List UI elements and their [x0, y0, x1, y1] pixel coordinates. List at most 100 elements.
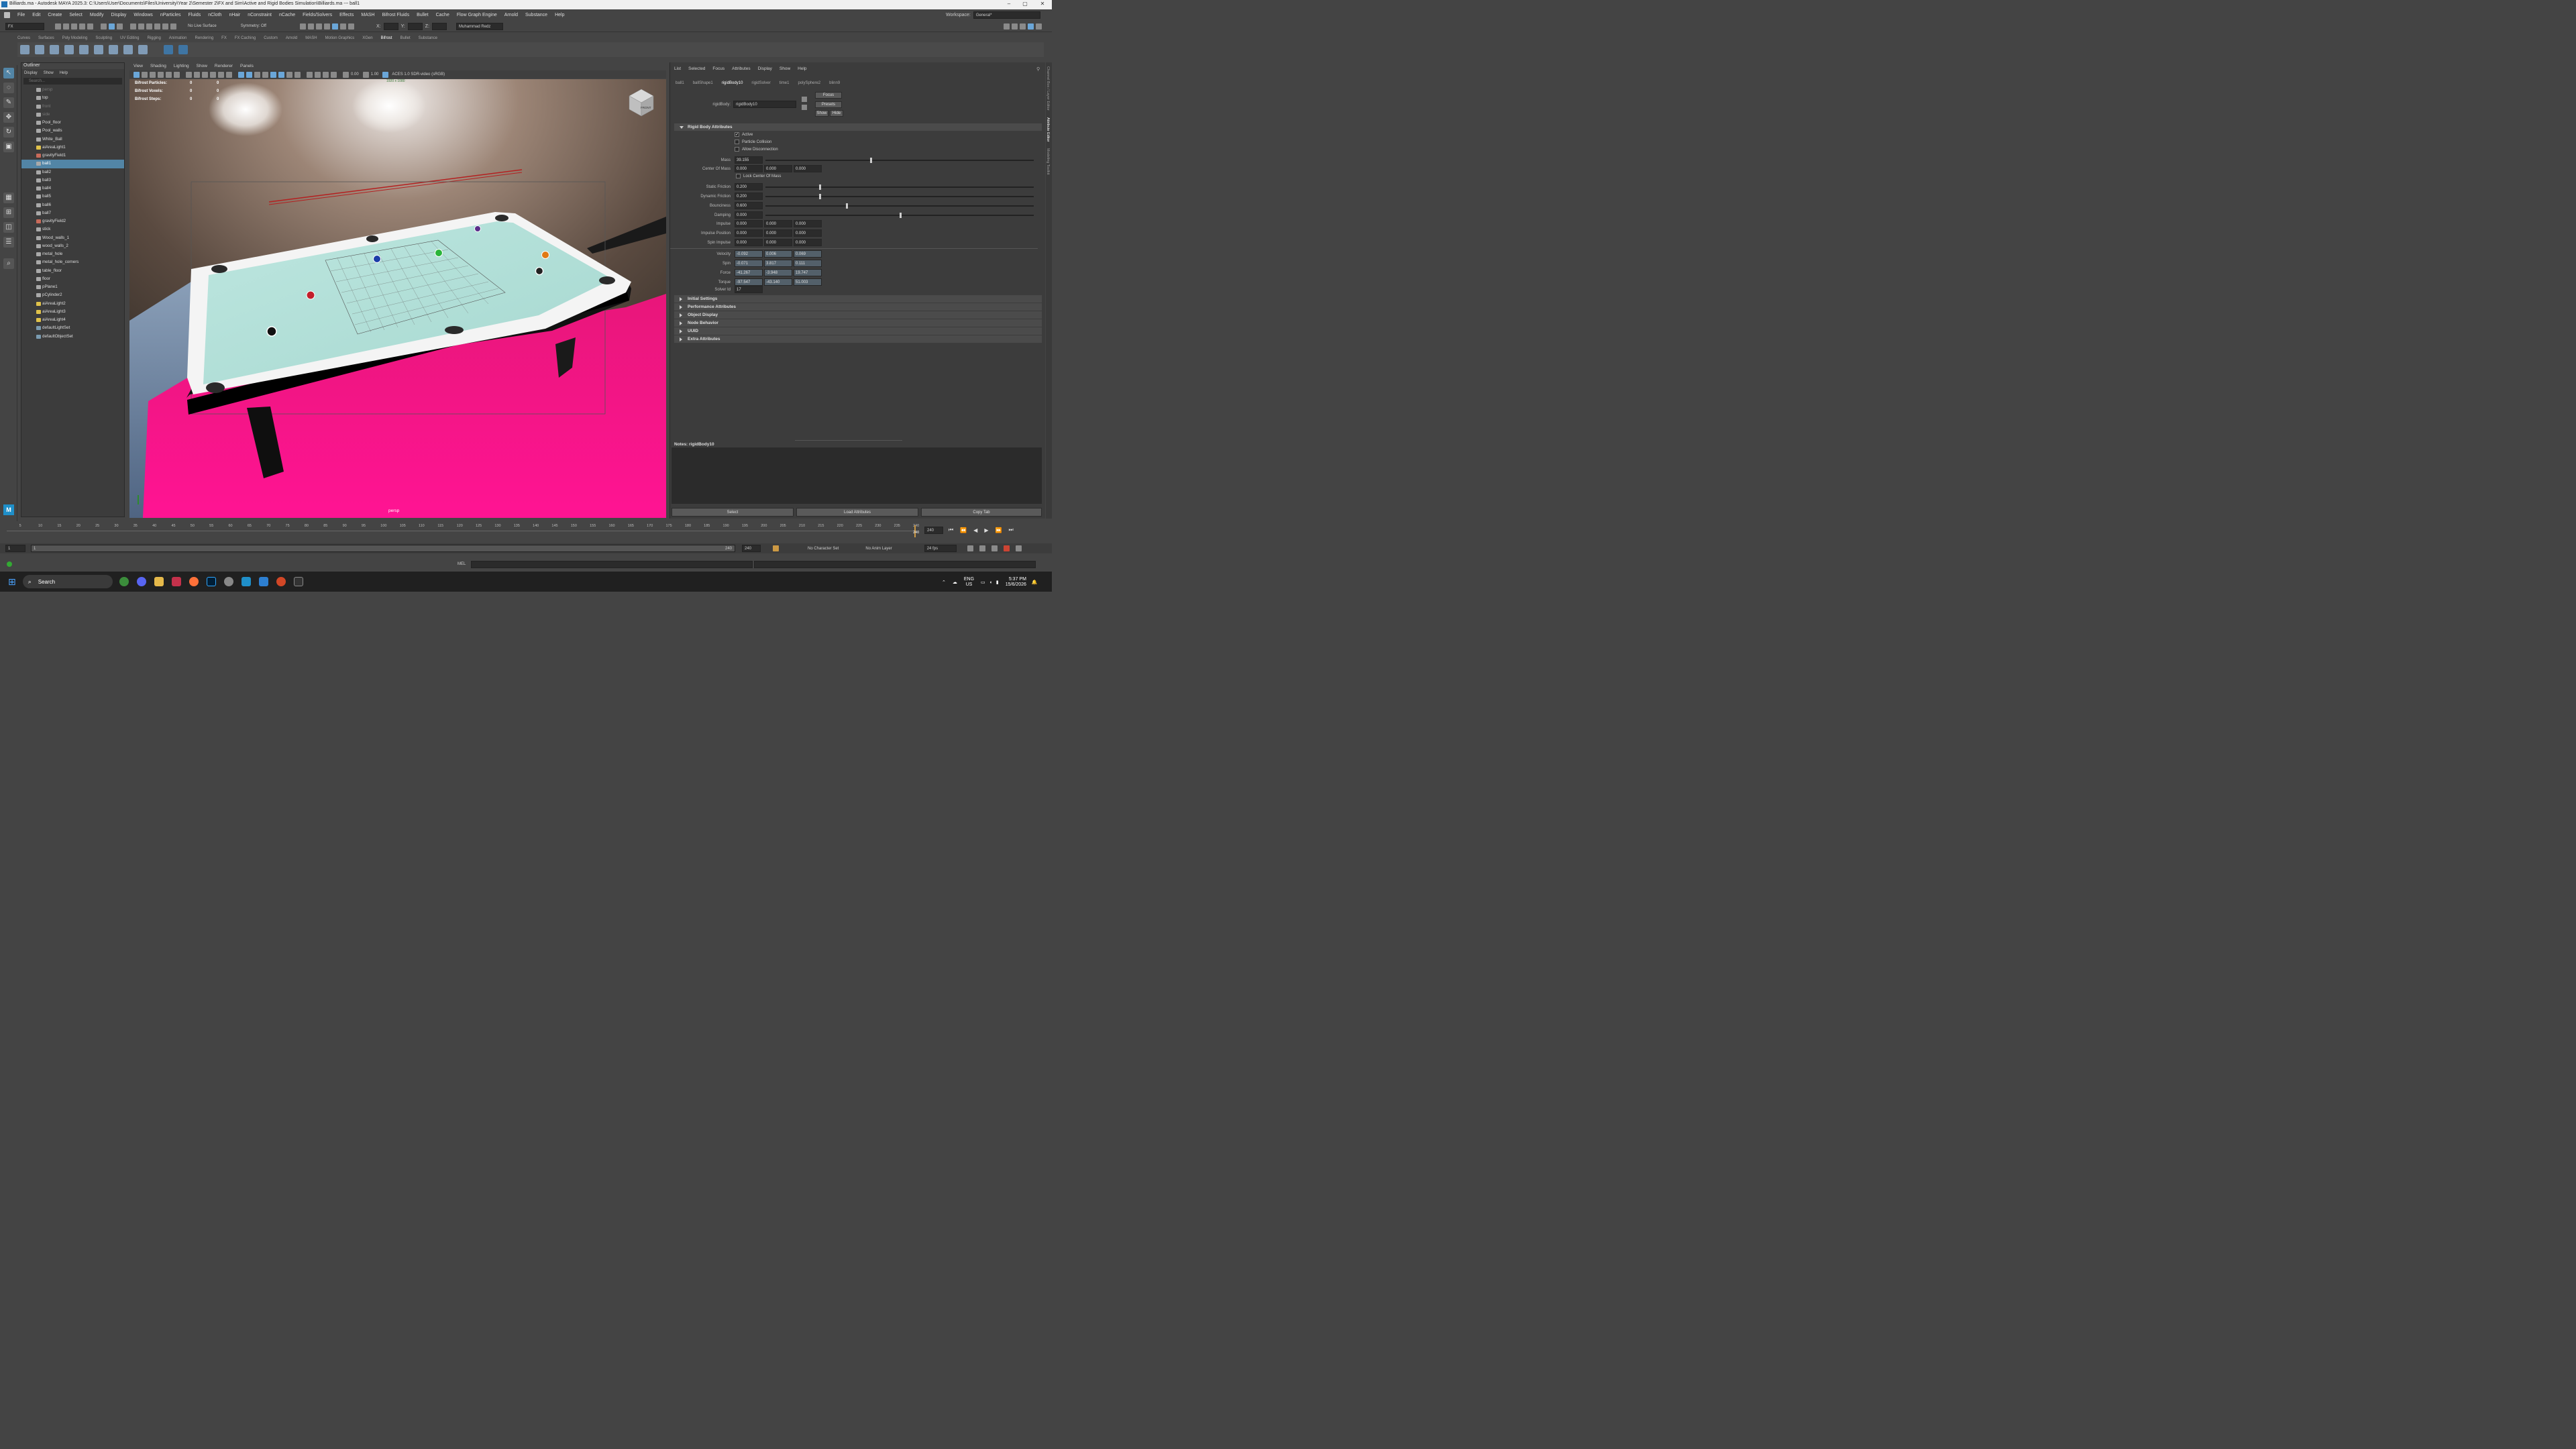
menu-select[interactable]: Select — [69, 13, 82, 17]
force-field[interactable]: 19.747 — [794, 269, 822, 276]
clock[interactable]: 5:37 PM 15/6/2026 — [1006, 577, 1026, 588]
bookmark-icon[interactable] — [150, 71, 156, 78]
file-explorer-icon[interactable] — [154, 577, 164, 586]
y-field[interactable] — [407, 22, 423, 30]
battery-icon[interactable]: ▮ — [996, 580, 999, 585]
live-surface-label[interactable]: No Live Surface — [188, 24, 217, 28]
load-attributes-button[interactable]: Load Attributes — [796, 508, 918, 517]
show-button[interactable]: Show — [815, 110, 828, 117]
go-to-end-icon[interactable]: ⏭ — [1008, 527, 1013, 533]
ball-black[interactable] — [266, 326, 277, 337]
outliner-item-pcylinder2[interactable]: pCylinder2 — [21, 291, 124, 299]
tray-chevron-icon[interactable]: ⌃ — [942, 580, 946, 585]
menu-modify[interactable]: Modify — [90, 13, 104, 17]
outliner-item-metal-hole-corners[interactable]: metal_hole_corners — [21, 258, 124, 266]
node-name-field[interactable]: rigidBody10 — [733, 101, 796, 108]
impulse-position-field[interactable]: 0.000 — [794, 229, 822, 237]
shelf-tab-sculpting[interactable]: Sculpting — [95, 36, 112, 40]
outliner-item-front[interactable]: front — [21, 103, 124, 111]
viewport-menu-renderer[interactable]: Renderer — [215, 64, 233, 68]
xray-icon[interactable] — [315, 71, 321, 78]
impulse-field[interactable]: 0.000 — [735, 220, 763, 227]
menu-ncache[interactable]: nCache — [279, 13, 295, 17]
allow-disconnection-checkbox[interactable] — [735, 147, 739, 152]
menu-arnold[interactable]: Arnold — [504, 13, 518, 17]
menu-mash[interactable]: MASH — [361, 13, 374, 17]
open-scene-icon[interactable] — [63, 23, 69, 30]
ae-menu-display[interactable]: Display — [758, 66, 772, 71]
network-icon[interactable]: ▭ — [981, 580, 985, 585]
ball-purple[interactable] — [474, 225, 481, 232]
lasso-tool-icon[interactable]: ◌ — [3, 83, 14, 93]
menu-bifrost-fluids[interactable]: Bifrost Fluids — [382, 13, 409, 17]
ae-menu-focus[interactable]: Focus — [712, 66, 724, 71]
outliner-item-defaultobjectset[interactable]: defaultObjectSet — [21, 333, 124, 341]
shelf-tab-bifrost[interactable]: Bifrost — [381, 36, 392, 40]
torque-field[interactable]: -43.140 — [764, 278, 792, 286]
outliner-item-pplane1[interactable]: pPlane1 — [21, 283, 124, 291]
mel-input[interactable] — [471, 560, 753, 568]
outliner-item-wood-walls-2[interactable]: wood_walls_2 — [21, 242, 124, 250]
menu-flow-graph-engine[interactable]: Flow Graph Engine — [457, 13, 497, 17]
select-camera-icon[interactable] — [133, 71, 140, 78]
initial-settings-section[interactable]: Initial Settings — [674, 295, 1042, 303]
help-line-icon[interactable] — [7, 561, 12, 567]
shelf-tab-rigging[interactable]: Rigging — [147, 36, 160, 40]
notes-divider[interactable] — [795, 440, 902, 441]
menu-file[interactable]: File — [17, 13, 25, 17]
mass-field[interactable]: 39.155 — [735, 156, 763, 164]
outliner-item-aiarealight2[interactable]: aiAreaLight2 — [21, 300, 124, 308]
outliner-item-metal-hole[interactable]: metal_hole — [21, 250, 124, 258]
range-bar[interactable]: 1 240 — [31, 545, 735, 552]
maya-home-icon[interactable]: M — [3, 504, 14, 515]
shelf-tab-substance[interactable]: Substance — [419, 36, 437, 40]
redo-icon[interactable] — [87, 23, 93, 30]
node-tab-time1[interactable]: time1 — [780, 81, 790, 85]
loop-icon[interactable] — [967, 545, 973, 551]
dynamic-friction-slider-handle[interactable] — [819, 193, 821, 199]
shelf-tab-poly-modeling[interactable]: Poly Modeling — [62, 36, 88, 40]
maya-taskbar-icon[interactable] — [241, 577, 251, 586]
bifrost-foam-icon[interactable] — [94, 45, 103, 54]
backface-culling-icon[interactable] — [331, 71, 337, 78]
menu-edit[interactable]: Edit — [32, 13, 40, 17]
gate-mask-icon[interactable] — [210, 71, 216, 78]
dynamic-friction-field[interactable]: 0.200 — [735, 193, 763, 200]
shelf-tab-bullet[interactable]: Bullet — [400, 36, 411, 40]
pause-icon[interactable] — [347, 23, 354, 30]
menu-nconstraint[interactable]: nConstraint — [248, 13, 272, 17]
bounciness-slider-handle[interactable] — [846, 203, 848, 209]
select-object-icon[interactable] — [109, 23, 115, 30]
outliner-search-input[interactable]: Search... — [23, 78, 122, 85]
ae-menu-help[interactable]: Help — [798, 66, 806, 71]
viewport-menu-shading[interactable]: Shading — [150, 64, 166, 68]
bounciness-field[interactable]: 0.600 — [735, 202, 763, 209]
menu-bullet[interactable]: Bullet — [417, 13, 429, 17]
bifrost-accelerator-icon[interactable] — [79, 45, 89, 54]
move-tool-icon[interactable]: ✥ — [3, 112, 14, 123]
audio-icon[interactable] — [991, 545, 998, 551]
fps-dropdown[interactable]: 24 fps — [924, 545, 957, 552]
ball-orange[interactable] — [541, 251, 549, 259]
spin-impulse-field[interactable]: 0.000 — [794, 239, 822, 246]
new-scene-icon[interactable] — [55, 23, 61, 30]
gamma-icon[interactable] — [362, 71, 369, 78]
object-display-section[interactable]: Object Display — [674, 311, 1042, 319]
force-field[interactable]: -41.267 — [735, 269, 763, 276]
camera-attributes-icon[interactable] — [142, 71, 148, 78]
dynamic-friction-slider[interactable] — [765, 193, 1034, 199]
shelf-tab-xgen[interactable]: XGen — [362, 36, 372, 40]
onedrive-icon[interactable]: ☁ — [953, 580, 957, 585]
bifrost-emitter-icon[interactable] — [50, 45, 59, 54]
focus-button[interactable]: Focus — [815, 92, 842, 99]
node-behavior-section[interactable]: Node Behavior — [674, 319, 1042, 327]
safe-action-icon[interactable] — [226, 71, 232, 78]
shelf-tab-fx[interactable]: FX — [221, 36, 227, 40]
active-checkbox[interactable]: ✓ — [735, 132, 739, 137]
2d-pan-zoom-icon[interactable] — [166, 71, 172, 78]
home-icon[interactable] — [4, 12, 10, 18]
bifrost-mesh-icon[interactable] — [138, 45, 148, 54]
character-set-dropdown[interactable]: No Character Set — [808, 547, 839, 551]
windows-start-icon[interactable]: ⊞ — [8, 576, 16, 588]
workspace-selector[interactable]: Workspace: General* — [946, 11, 1040, 19]
